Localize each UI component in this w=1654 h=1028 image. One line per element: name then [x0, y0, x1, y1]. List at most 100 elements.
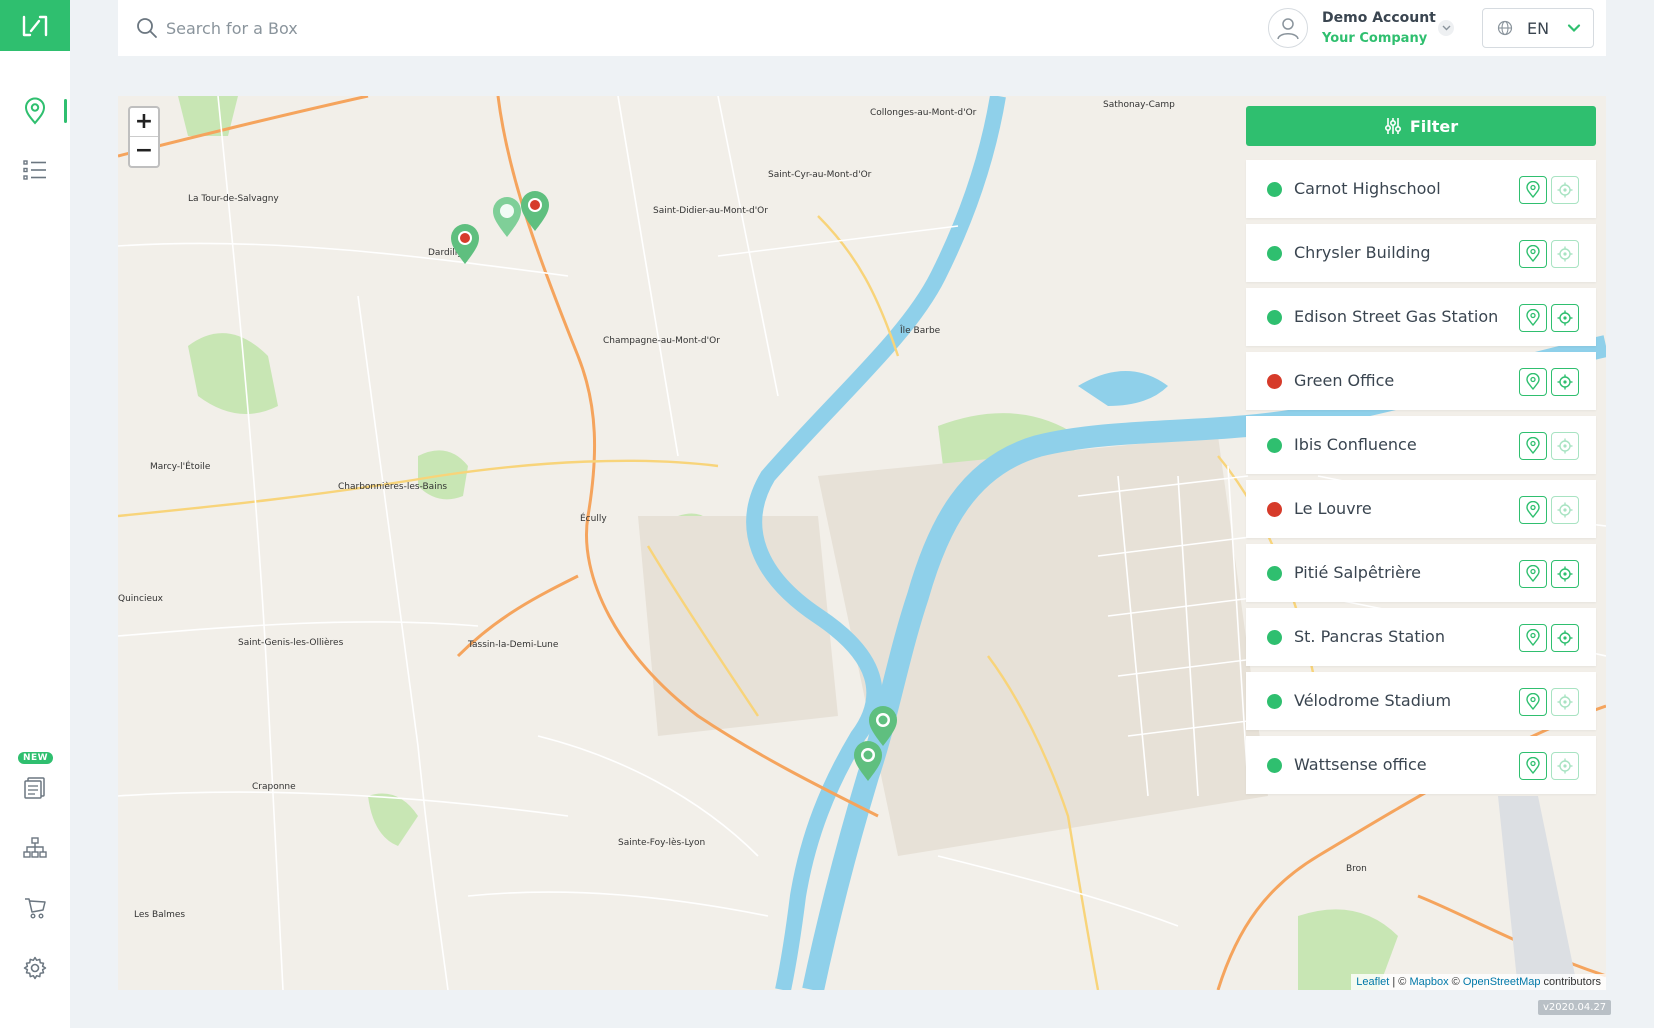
search-input[interactable] — [166, 12, 766, 44]
locate-on-map-icon — [1526, 501, 1540, 519]
box-list-item[interactable]: Le Louvre — [1246, 480, 1596, 538]
account-dropdown-button[interactable] — [1438, 20, 1454, 36]
language-select[interactable]: EN — [1482, 8, 1594, 48]
crosshair-icon — [1557, 438, 1573, 454]
language-label: EN — [1527, 18, 1550, 38]
account-name[interactable]: Demo Account — [1322, 10, 1436, 26]
filter-button[interactable]: Filter — [1246, 106, 1596, 146]
box-name: Le Louvre — [1294, 499, 1372, 518]
crosshair-icon — [1557, 630, 1573, 646]
locate-box-button[interactable] — [1519, 560, 1547, 588]
locate-on-map-icon — [1526, 757, 1540, 775]
filter-label: Filter — [1409, 116, 1459, 136]
map-marker-green[interactable] — [853, 740, 883, 782]
status-dot — [1267, 310, 1282, 325]
box-list-item[interactable]: Vélodrome Stadium — [1246, 672, 1596, 730]
focus-box-button[interactable] — [1551, 560, 1579, 588]
openstreetmap-link[interactable]: OpenStreetMap — [1463, 976, 1541, 988]
locate-box-button[interactable] — [1519, 176, 1547, 204]
focus-box-button[interactable] — [1551, 432, 1579, 460]
map-marker-cluster[interactable] — [492, 196, 522, 238]
box-list-item[interactable]: Pitié Salpêtrière — [1246, 544, 1596, 602]
box-list-item[interactable]: Wattsense office — [1246, 736, 1596, 794]
account-company[interactable]: Your Company — [1322, 31, 1427, 46]
sliders-icon — [1384, 118, 1401, 134]
focus-box-button[interactable] — [1551, 624, 1579, 652]
locate-on-map-icon — [1526, 181, 1540, 199]
place-label: Sathonay-Camp — [1103, 100, 1175, 110]
map-view[interactable]: Collonges-au-Mont-d'Or Sathonay-Camp La … — [118, 96, 1606, 990]
chevron-down-icon — [1442, 25, 1450, 31]
focus-box-button[interactable] — [1551, 688, 1579, 716]
box-list-item[interactable]: Edison Street Gas Station — [1246, 288, 1596, 346]
locate-on-map-icon — [1526, 693, 1540, 711]
avatar[interactable] — [1268, 8, 1308, 48]
box-name: Vélodrome Stadium — [1294, 691, 1452, 710]
locate-on-map-icon — [1526, 309, 1540, 327]
place-label: Île Barbe — [900, 326, 941, 336]
sidebar-item-reports[interactable] — [0, 766, 70, 810]
place-label: La Tour-de-Salvagny — [188, 194, 279, 204]
sidebar-item-list[interactable] — [0, 148, 70, 192]
box-list-item[interactable]: Carnot Highschool — [1246, 160, 1596, 218]
box-list-item[interactable]: Ibis Confluence — [1246, 416, 1596, 474]
place-label: Saint-Genis-les-Ollières — [238, 638, 344, 648]
focus-box-button[interactable] — [1551, 496, 1579, 524]
box-name: Chrysler Building — [1294, 243, 1431, 262]
place-label: Sainte-Foy-lès-Lyon — [618, 838, 706, 848]
zoom-in-button[interactable]: + — [130, 108, 158, 137]
place-label: Champagne-au-Mont-d'Or — [603, 336, 720, 346]
map-attribution: Leaflet | © Mapbox © OpenStreetMap contr… — [1351, 974, 1606, 990]
map-marker-red[interactable] — [520, 190, 550, 232]
map-marker-red[interactable] — [450, 223, 480, 265]
focus-box-button[interactable] — [1551, 368, 1579, 396]
box-list-item[interactable]: Green Office — [1246, 352, 1596, 410]
zoom-control: + − — [128, 106, 160, 168]
active-indicator — [64, 99, 67, 123]
user-icon — [1277, 18, 1299, 40]
focus-box-button[interactable] — [1551, 240, 1579, 268]
box-list-item[interactable]: Chrysler Building — [1246, 224, 1596, 282]
locate-on-map-icon — [1526, 629, 1540, 647]
sidebar-item-map[interactable] — [0, 89, 70, 133]
status-dot — [1267, 246, 1282, 261]
leaflet-link[interactable]: Leaflet — [1356, 976, 1389, 988]
locate-box-button[interactable] — [1519, 752, 1547, 780]
box-name: Pitié Salpêtrière — [1294, 563, 1422, 582]
status-dot — [1267, 694, 1282, 709]
box-list-item[interactable]: St. Pancras Station — [1246, 608, 1596, 666]
globe-icon — [1497, 20, 1513, 36]
box-name: Wattsense office — [1294, 755, 1427, 774]
mapbox-link[interactable]: Mapbox — [1409, 976, 1448, 988]
focus-box-button[interactable] — [1551, 752, 1579, 780]
sidebar-item-network[interactable] — [0, 826, 70, 870]
box-name: Ibis Confluence — [1294, 435, 1417, 454]
sidebar-item-settings[interactable] — [0, 946, 70, 990]
sidebar: NEW — [0, 0, 70, 1028]
place-label: Les Balmes — [134, 910, 186, 920]
app-logo[interactable] — [0, 0, 70, 51]
version-badge: v2020.04.27 — [1538, 1000, 1612, 1015]
crosshair-icon — [1557, 566, 1573, 582]
locate-box-button[interactable] — [1519, 240, 1547, 268]
sidebar-item-cart[interactable] — [0, 886, 70, 930]
zoom-out-button[interactable]: − — [130, 137, 158, 166]
focus-box-button[interactable] — [1551, 176, 1579, 204]
chevron-down-icon — [1567, 24, 1581, 33]
crosshair-icon — [1557, 310, 1573, 326]
crosshair-icon — [1557, 694, 1573, 710]
status-dot — [1267, 758, 1282, 773]
locate-box-button[interactable] — [1519, 368, 1547, 396]
locate-box-button[interactable] — [1519, 432, 1547, 460]
locate-box-button[interactable] — [1519, 688, 1547, 716]
status-dot — [1267, 502, 1282, 517]
place-label: Saint-Cyr-au-Mont-d'Or — [768, 170, 872, 180]
focus-box-button[interactable] — [1551, 304, 1579, 332]
status-dot — [1267, 438, 1282, 453]
locate-box-button[interactable] — [1519, 304, 1547, 332]
locate-box-button[interactable] — [1519, 624, 1547, 652]
locate-on-map-icon — [1526, 437, 1540, 455]
place-label: Saint-Didier-au-Mont-d'Or — [653, 206, 768, 216]
place-label: Tassin-la-Demi-Lune — [468, 640, 559, 650]
locate-box-button[interactable] — [1519, 496, 1547, 524]
